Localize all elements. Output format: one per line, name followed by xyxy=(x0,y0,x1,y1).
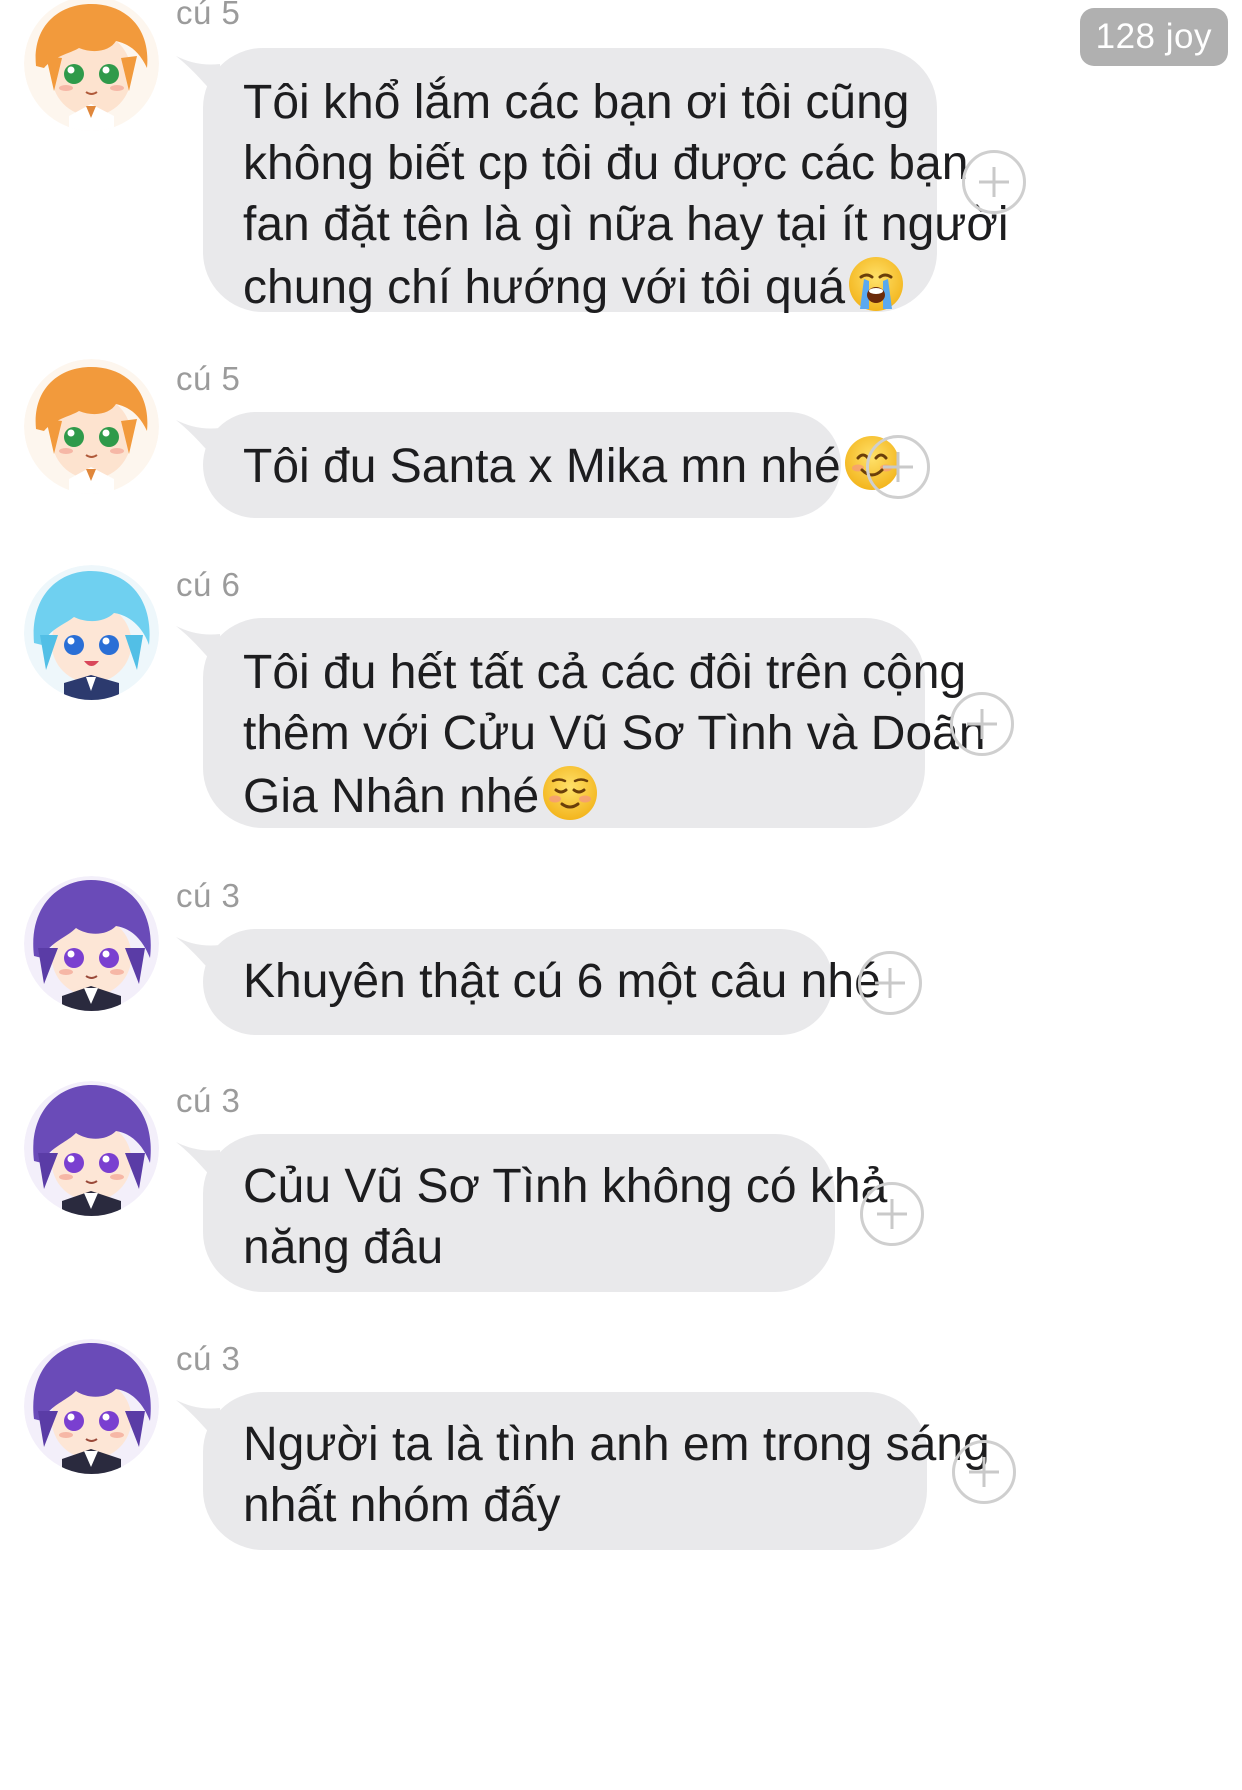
loudly-crying-face-emoji xyxy=(847,255,905,313)
message-line: Người ta là tình anh em trong sáng xyxy=(243,1418,990,1471)
purple-hair-character-avatar[interactable] xyxy=(24,1339,159,1474)
add-reaction-icon[interactable] xyxy=(860,1182,924,1246)
sender-name: cú 5 xyxy=(176,360,241,397)
message-line: Tôi đu Santa x Mika mn nhé xyxy=(243,440,841,493)
add-reaction-icon[interactable] xyxy=(962,150,1026,214)
add-reaction-icon[interactable] xyxy=(952,1440,1016,1504)
orange-hair-character-avatar[interactable] xyxy=(24,0,159,131)
add-reaction-icon[interactable] xyxy=(866,435,930,499)
message-line: Tôi đu hết tất cả các đôi trên cộng xyxy=(243,646,967,699)
purple-hair-character-avatar[interactable] xyxy=(24,1081,159,1216)
purple-hair-character-avatar[interactable] xyxy=(24,876,159,1011)
message-line: fan đặt tên là gì nữa hay tại ít người xyxy=(243,198,1009,251)
sender-name: cú 3 xyxy=(176,1082,241,1119)
message-bubble[interactable]: Tôi đu hết tất cả các đôi trên cộng thêm… xyxy=(203,618,986,828)
message-bubble[interactable]: Tôi đu Santa x Mika mn nhé xyxy=(203,412,841,518)
add-reaction-icon[interactable] xyxy=(858,951,922,1015)
sender-name: cú 6 xyxy=(176,566,241,603)
message-bubble[interactable]: Người ta là tình anh em trong sáng nhất … xyxy=(203,1392,990,1550)
message-line: thêm với Cửu Vũ Sơ Tình và Doãn xyxy=(243,707,986,760)
message-line: Tôi khổ lắm các bạn ơi tôi cũng xyxy=(243,76,910,129)
message-bubble[interactable]: Khuyên thật cú 6 một câu nhé xyxy=(203,929,881,1035)
sender-name: cú 3 xyxy=(176,877,241,914)
message-line: chung chí hướng với tôi quá xyxy=(243,261,846,314)
message-line: Củu Vũ Sơ Tình không có khả xyxy=(243,1160,888,1213)
message-line: Khuyên thật cú 6 một câu nhé xyxy=(243,955,881,1008)
sender-name: cú 5 xyxy=(176,0,241,31)
message-bubble[interactable]: Củu Vũ Sơ Tình không có khả năng đâu xyxy=(203,1134,888,1292)
add-reaction-icon[interactable] xyxy=(950,692,1014,756)
message-line: Gia Nhân nhé xyxy=(243,770,540,823)
message-line: nhất nhóm đấy xyxy=(243,1479,561,1532)
chat-thread: 128 joy cú 5 Tôi khổ lắm các bạn ơi tôi … xyxy=(0,0,1242,1790)
message-line: năng đâu xyxy=(243,1221,444,1274)
joy-counter-badge: 128 joy xyxy=(1079,8,1228,66)
message-bubble[interactable]: Tôi khổ lắm các bạn ơi tôi cũng không bi… xyxy=(203,48,1009,314)
blue-hair-character-avatar[interactable] xyxy=(24,565,159,700)
sender-name: cú 3 xyxy=(176,1340,241,1377)
orange-hair-character-avatar[interactable] xyxy=(24,359,159,494)
blushing-smile-emoji xyxy=(541,764,599,822)
message-line: không biết cp tôi đu được các bạn xyxy=(243,137,969,190)
